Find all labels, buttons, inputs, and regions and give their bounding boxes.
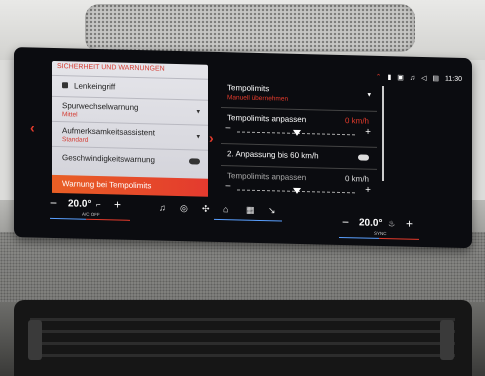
chevron-down-icon: ▾ xyxy=(196,108,200,116)
menu-item-label: Warnung bei Tempolimits xyxy=(62,179,152,191)
right-temperature[interactable]: 20.0° xyxy=(359,217,382,229)
scrollbar[interactable] xyxy=(382,85,384,182)
menu-item-value: Standard xyxy=(62,136,89,144)
second-adjust-label: 2. Anpassung bis 60 km/h xyxy=(227,149,319,161)
car-interior-photo: ‹ › SICHERHEIT UND WARNUNGEN Lenkeingrif… xyxy=(0,0,485,376)
ac-caption: A/C OFF xyxy=(82,211,100,218)
menu-item-tempolimits-warning[interactable]: Warnung bei Tempolimits xyxy=(52,174,208,197)
panel-subtitle: Manuell übernehmen xyxy=(227,94,289,103)
apps-icon[interactable]: ▦ xyxy=(246,205,255,216)
vent-slat xyxy=(30,330,455,333)
home-icon[interactable]: ⌂ xyxy=(223,204,228,214)
chevron-up-icon[interactable]: ⌃ xyxy=(376,74,382,81)
sync-caption: SYNC xyxy=(374,230,387,237)
divider xyxy=(221,143,377,148)
slider-thumb[interactable] xyxy=(293,129,301,137)
calendar-icon: ▤ xyxy=(432,75,440,83)
tempolimits-panel: Tempolimits Manuell übernehmen ▾ Tempoli… xyxy=(221,65,377,212)
left-temperature[interactable]: 20.0° xyxy=(68,198,91,210)
speaker-grille xyxy=(85,4,415,52)
menu-item-label: Geschwindigkeitswarnung xyxy=(62,153,155,165)
phone-icon[interactable]: ↘ xyxy=(268,205,276,216)
cool-indicator xyxy=(339,236,379,239)
heat-indicator xyxy=(86,218,130,221)
phone-icon: ▮ xyxy=(387,74,392,82)
chevron-down-icon[interactable]: ▾ xyxy=(367,91,371,99)
air-vent xyxy=(14,300,472,376)
plus-button[interactable]: + xyxy=(365,185,371,196)
checkbox-icon[interactable] xyxy=(62,82,68,89)
chevron-right-icon[interactable]: › xyxy=(209,130,214,146)
seat-heat-icon[interactable]: ⌐ xyxy=(96,200,101,209)
menu-title: SICHERHEIT UND WARNUNGEN xyxy=(57,63,165,73)
car-icon: ▣ xyxy=(397,74,404,82)
dock-underline xyxy=(214,218,282,222)
menu-item-spurwechsel[interactable]: Spurwechselwarnung Mittel ▾ xyxy=(52,95,208,125)
vent-slat xyxy=(30,354,455,357)
vent-slat xyxy=(30,318,455,321)
right-temp-plus[interactable]: + xyxy=(406,217,413,231)
right-temp-minus[interactable]: − xyxy=(342,215,349,229)
adjust-value-2: 0 km/h xyxy=(344,174,369,184)
divider xyxy=(221,107,377,112)
left-temp-minus[interactable]: − xyxy=(50,196,57,210)
toggle-switch[interactable] xyxy=(189,158,200,165)
infotainment-screen: ‹ › SICHERHEIT UND WARNUNGEN Lenkeingrif… xyxy=(14,47,472,249)
slider-thumb[interactable] xyxy=(293,187,301,195)
chevron-down-icon: ▾ xyxy=(196,133,200,141)
heat-indicator xyxy=(379,237,419,240)
clock-time: 11:30 xyxy=(445,75,462,83)
adjust-value: 0 km/h xyxy=(344,116,369,126)
menu-item-label: Spurwechselwarnung xyxy=(62,101,139,113)
divider xyxy=(221,165,377,170)
music-note-icon[interactable]: ♫ xyxy=(159,203,166,213)
vent-knob[interactable] xyxy=(28,320,42,360)
adjust-label-2: Tempolimits anpassen xyxy=(227,171,307,183)
menu-item-geschwindigkeit[interactable]: Geschwindigkeitswarnung xyxy=(52,145,208,173)
menu-item-label: Lenkeingriff xyxy=(74,81,116,92)
minus-button[interactable]: − xyxy=(225,123,231,134)
chevron-left-icon[interactable]: ‹ xyxy=(30,119,35,135)
adjust-label: Tempolimits anpassen xyxy=(227,113,307,125)
menu-item-value: Mittel xyxy=(62,111,78,119)
menu-item-aufmerksamkeit[interactable]: Aufmerksamkeitsassistent Standard ▾ xyxy=(52,120,208,150)
fan-icon[interactable]: ✣ xyxy=(202,204,210,215)
volume-icon: ◁ xyxy=(421,74,427,83)
panel-title: Tempolimits xyxy=(227,83,270,94)
cool-indicator xyxy=(50,217,86,220)
steering-icon[interactable]: ◎ xyxy=(180,203,188,214)
plus-button[interactable]: + xyxy=(365,127,371,138)
toggle-switch[interactable] xyxy=(358,154,369,161)
left-temp-plus[interactable]: + xyxy=(114,197,121,211)
minus-button[interactable]: − xyxy=(225,181,231,192)
status-bar: ⌃ ▮ ▣ ♫ ◁ ▤ 11:30 xyxy=(372,73,462,83)
music-note-icon: ♫ xyxy=(409,74,416,82)
vent-knob[interactable] xyxy=(440,320,454,360)
vent-slat xyxy=(30,342,455,345)
seat-heat-icon[interactable]: ♨ xyxy=(388,219,395,228)
